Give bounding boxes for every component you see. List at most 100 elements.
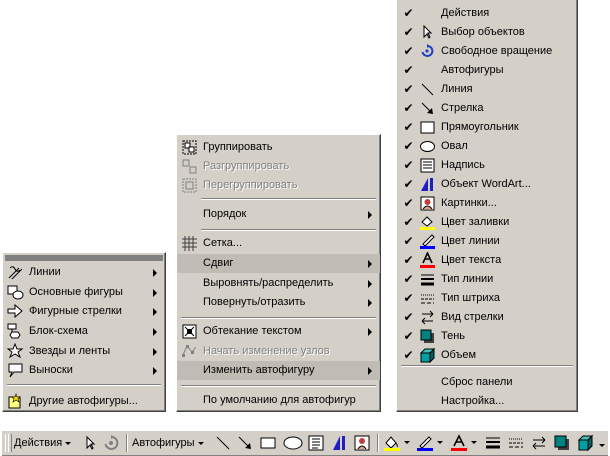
shadow-button[interactable] bbox=[553, 434, 571, 452]
dropdown-arrow-icon bbox=[65, 441, 72, 445]
3d-button[interactable] bbox=[576, 434, 594, 452]
toolbar-option-item[interactable]: ✔ Надпись bbox=[397, 156, 577, 175]
toolbar-option-item[interactable]: ✔ Тип штриха bbox=[397, 289, 577, 308]
line-color-button[interactable] bbox=[415, 434, 445, 452]
clipart-icon bbox=[419, 195, 436, 212]
oval-button[interactable] bbox=[282, 434, 304, 452]
actions-item-label: Сдвиг bbox=[203, 257, 234, 269]
check-mark-icon: ✔ bbox=[403, 329, 414, 343]
submenu-arrow-icon bbox=[153, 269, 157, 277]
toolbar-option-item[interactable]: ✔ Свободное вращение bbox=[397, 42, 577, 61]
toolbar-option-item[interactable]: ✔ Овал bbox=[397, 137, 577, 156]
flowchart-icon bbox=[7, 323, 24, 340]
group-icon bbox=[181, 139, 198, 156]
select-objects-button[interactable] bbox=[81, 434, 99, 452]
free-rotate-button[interactable] bbox=[102, 434, 120, 452]
arrow-button[interactable] bbox=[236, 434, 254, 452]
toolbar-option-label: Надпись bbox=[441, 159, 485, 171]
actions-menu: Группировать Разгруппировать Перегруппир… bbox=[176, 134, 381, 412]
wordart-button[interactable] bbox=[330, 434, 348, 452]
arrow-style-icon bbox=[419, 309, 436, 326]
oval-icon bbox=[419, 138, 436, 155]
reset-toolbar-button[interactable]: Сброс панели bbox=[397, 373, 577, 392]
toolbar-option-item[interactable]: ✔ Тип линии bbox=[397, 270, 577, 289]
check-mark-icon: ✔ bbox=[403, 44, 414, 58]
toolbar-option-item[interactable]: ✔ Тень bbox=[397, 327, 577, 346]
text-wrap-icon bbox=[181, 323, 198, 340]
menu-separator bbox=[181, 385, 376, 387]
autoshapes-item-lines[interactable]: Линии bbox=[3, 263, 165, 282]
autoshapes-item-block-arrows[interactable]: Фигурные стрелки bbox=[3, 302, 165, 321]
actions-item-nudge[interactable]: Сдвиг bbox=[177, 254, 380, 273]
toolbar-option-item[interactable]: ✔ Линия bbox=[397, 80, 577, 99]
reset-toolbar-label: Сброс панели bbox=[441, 376, 513, 388]
menu-separator bbox=[401, 365, 573, 367]
toolbar-option-item[interactable]: ✔ Вид стрелки bbox=[397, 308, 577, 327]
toolbar-option-item[interactable]: ✔ Цвет линии bbox=[397, 232, 577, 251]
actions-item-align[interactable]: Выровнять/распределить bbox=[177, 274, 380, 293]
shadow-icon bbox=[419, 328, 436, 345]
rectangle-icon bbox=[260, 437, 276, 449]
text-box-button[interactable] bbox=[307, 434, 325, 452]
block-arrows-icon bbox=[7, 303, 24, 320]
text-box-icon bbox=[308, 435, 324, 451]
toolbar-option-item[interactable]: ✔ Картинки... bbox=[397, 194, 577, 213]
check-mark-icon: ✔ bbox=[403, 215, 414, 229]
line-button[interactable] bbox=[214, 434, 232, 452]
toolbar-option-item[interactable]: ✔ Объект WordArt... bbox=[397, 175, 577, 194]
check-mark-icon: ✔ bbox=[403, 25, 414, 39]
customize-button[interactable]: Настройка... bbox=[397, 392, 577, 411]
rectangle-button[interactable] bbox=[259, 434, 277, 452]
autoshapes-menu-titlebar[interactable] bbox=[5, 255, 163, 261]
submenu-arrow-icon bbox=[368, 367, 372, 375]
toolbar-option-item[interactable]: ✔ Действия bbox=[397, 4, 577, 23]
autoshapes-button[interactable]: Автофигуры bbox=[132, 434, 210, 452]
toolbar-options-button[interactable] bbox=[598, 434, 606, 452]
arrow-icon bbox=[238, 436, 251, 449]
toolbar-option-item[interactable]: ✔ Стрелка bbox=[397, 99, 577, 118]
font-color-button[interactable] bbox=[449, 434, 479, 452]
shadow-icon bbox=[554, 435, 569, 450]
toolbar-option-label: Тень bbox=[441, 330, 466, 342]
actions-button[interactable]: Действия bbox=[14, 434, 76, 452]
arrow-style-button[interactable] bbox=[530, 434, 548, 452]
dropdown-arrow-icon bbox=[471, 441, 477, 444]
toolbar-option-item[interactable]: ✔ Объем bbox=[397, 346, 577, 365]
dash-style-button[interactable] bbox=[507, 434, 525, 452]
actions-item-rotate[interactable]: Повернуть/отразить bbox=[177, 293, 380, 312]
toolbar-option-item[interactable]: ✔ Прямоугольник bbox=[397, 118, 577, 137]
autoshapes-item-label: Линии bbox=[29, 266, 61, 278]
toolbar-options-menu: ✔ Действия ✔ Выбор объектов ✔ Свободное враще… bbox=[396, 0, 578, 412]
select-objects-icon bbox=[86, 435, 96, 450]
actions-item-group[interactable]: Группировать bbox=[177, 138, 380, 157]
toolbar-option-item[interactable]: ✔ Автофигуры bbox=[397, 61, 577, 80]
actions-item-label: Порядок bbox=[203, 208, 247, 220]
toolbar-grip[interactable] bbox=[8, 434, 12, 452]
actions-item-defaults[interactable]: По умолчанию для автофигур bbox=[177, 391, 380, 410]
toolbar-option-item[interactable]: ✔ Цвет заливки bbox=[397, 213, 577, 232]
check-mark-icon: ✔ bbox=[403, 120, 414, 134]
check-mark-icon: ✔ bbox=[403, 310, 414, 324]
autoshapes-item-flowchart[interactable]: Блок-схема bbox=[3, 322, 165, 341]
actions-button-label: Действия bbox=[14, 437, 63, 449]
actions-item-change-shape[interactable]: Изменить автофигуру bbox=[177, 361, 380, 380]
actions-item-order[interactable]: Порядок bbox=[177, 205, 380, 224]
stars-banners-icon bbox=[7, 343, 24, 360]
toolbar-option-item[interactable]: ✔ Выбор объектов bbox=[397, 23, 577, 42]
submenu-arrow-icon bbox=[368, 328, 372, 336]
toolbar-option-item[interactable]: ✔ Цвет текста bbox=[397, 251, 577, 270]
fill-color-button[interactable] bbox=[382, 434, 412, 452]
actions-item-label: Изменить автофигуру bbox=[203, 364, 315, 376]
line-style-button[interactable] bbox=[484, 434, 502, 452]
submenu-arrow-icon bbox=[368, 280, 372, 288]
actions-item-grid[interactable]: Сетка... bbox=[177, 234, 380, 253]
autoshapes-item-more[interactable]: Другие автофигуры... bbox=[3, 392, 165, 411]
toolbar-option-label: Вид стрелки bbox=[441, 311, 504, 323]
clipart-button[interactable] bbox=[353, 434, 371, 452]
check-mark-icon: ✔ bbox=[403, 82, 414, 96]
autoshapes-item-basic-shapes[interactable]: Основные фигуры bbox=[3, 283, 165, 302]
actions-item-wrap[interactable]: Обтекание текстом bbox=[177, 322, 380, 341]
check-mark-icon: ✔ bbox=[403, 253, 414, 267]
autoshapes-item-callouts[interactable]: Выноски bbox=[3, 361, 165, 380]
autoshapes-item-stars-banners[interactable]: Звезды и ленты bbox=[3, 342, 165, 361]
